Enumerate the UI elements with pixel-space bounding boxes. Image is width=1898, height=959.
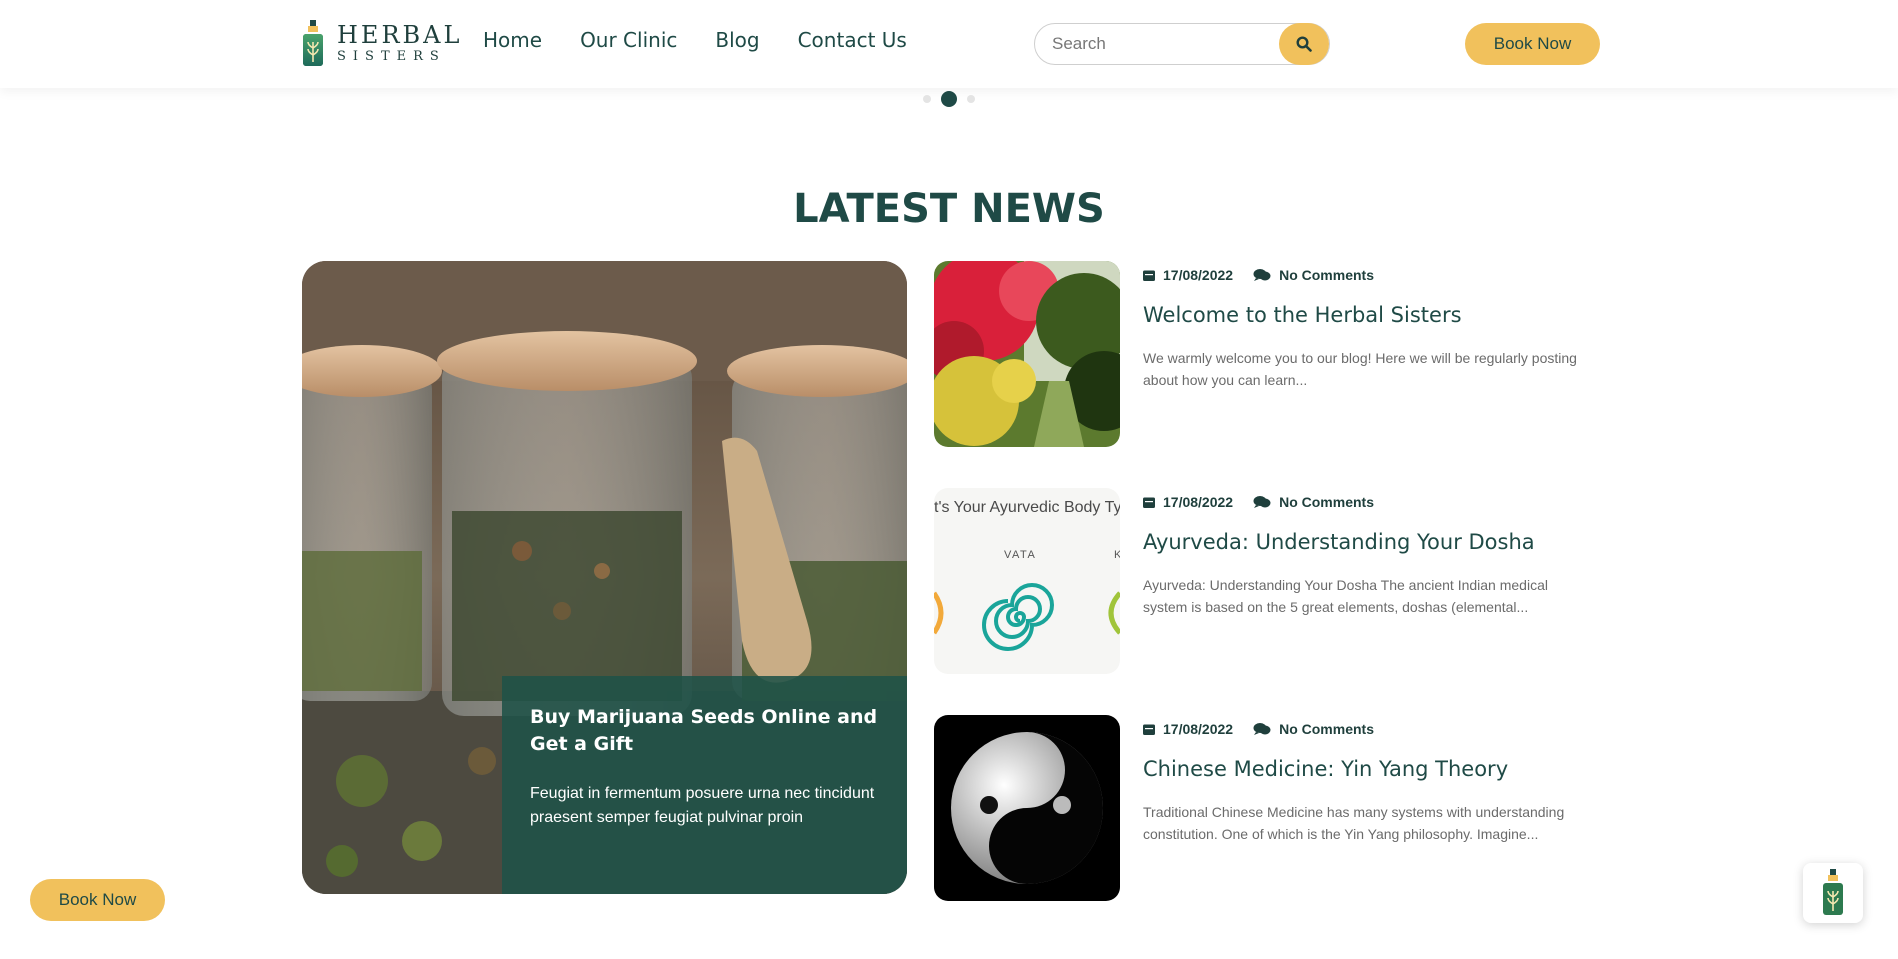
ayurveda-thumbnail-vata-label: VATA (1004, 549, 1036, 561)
post-date: 17/08/2022 (1163, 721, 1234, 737)
floating-book-now-button[interactable]: Book Now (30, 879, 165, 921)
comments-icon (1253, 495, 1271, 509)
search-icon (1296, 36, 1312, 52)
post-meta: 17/08/2022 No Comments (1143, 721, 1593, 737)
main-nav: Home Our Clinic Blog Contact Us (483, 28, 945, 52)
post-excerpt: Ayurveda: Understanding Your Dosha The a… (1143, 577, 1548, 615)
slider-dot-3[interactable] (967, 95, 975, 103)
brand-wordmark: HERBAL SISTERS (337, 22, 462, 66)
nav-blog[interactable]: Blog (715, 28, 759, 52)
post-item: t's Your Ayurvedic Body Ty VATA K 17/08/… (934, 488, 1600, 676)
ayurveda-thumbnail-heading: t's Your Ayurvedic Body Ty (934, 499, 1120, 516)
post-body: 17/08/2022 No Comments Ayurveda: Underst… (1143, 488, 1593, 618)
book-now-button[interactable]: Book Now (1465, 23, 1600, 65)
post-thumbnail[interactable] (934, 261, 1120, 447)
comments-icon (1253, 722, 1271, 736)
post-excerpt: Traditional Chinese Medicine has many sy… (1143, 804, 1565, 842)
post-title[interactable]: Welcome to the Herbal Sisters (1143, 303, 1593, 327)
floating-chat-widget[interactable] (1803, 863, 1863, 923)
post-comments[interactable]: No Comments (1279, 721, 1374, 737)
yin-yang-thumbnail-image (934, 715, 1120, 901)
post-comments[interactable]: No Comments (1279, 494, 1374, 510)
calendar-icon (1143, 269, 1155, 281)
featured-post-caption: Buy Marijuana Seeds Online and Get a Gif… (502, 676, 907, 894)
ayurveda-thumbnail-image: t's Your Ayurvedic Body Ty VATA K (934, 488, 1120, 674)
post-title[interactable]: Ayurveda: Understanding Your Dosha (1143, 530, 1593, 554)
nav-contact-us[interactable]: Contact Us (798, 28, 907, 52)
search-input[interactable] (1052, 34, 1272, 54)
search-button[interactable] (1279, 23, 1329, 65)
post-body: 17/08/2022 No Comments Welcome to the He… (1143, 261, 1593, 391)
brand-name-line2: SISTERS (337, 49, 446, 64)
nav-home[interactable]: Home (483, 28, 542, 52)
post-title[interactable]: Chinese Medicine: Yin Yang Theory (1143, 757, 1593, 781)
post-thumbnail[interactable]: t's Your Ayurvedic Body Ty VATA K (934, 488, 1120, 674)
post-excerpt: We warmly welcome you to our blog! Here … (1143, 350, 1577, 388)
herbal-bottle-icon (303, 20, 323, 66)
featured-post-title[interactable]: Buy Marijuana Seeds Online and Get a Gif… (530, 704, 879, 758)
post-item: 17/08/2022 No Comments Welcome to the He… (934, 261, 1600, 449)
site-header: HERBAL SISTERS Home Our Clinic Blog Cont… (0, 0, 1898, 88)
post-comments[interactable]: No Comments (1279, 267, 1374, 283)
section-title: LATEST NEWS (793, 186, 1105, 232)
brand-name-line1: HERBAL (337, 21, 463, 49)
post-meta: 17/08/2022 No Comments (1143, 267, 1593, 283)
ayurveda-thumbnail-k-label: K (1114, 549, 1120, 561)
post-date: 17/08/2022 (1163, 267, 1234, 283)
post-body: 17/08/2022 No Comments Chinese Medicine:… (1143, 715, 1593, 845)
slider-pagination (923, 91, 975, 107)
calendar-icon (1143, 723, 1155, 735)
brand-logo[interactable]: HERBAL SISTERS (301, 20, 462, 68)
search-box (1034, 23, 1330, 65)
featured-post-card[interactable]: Buy Marijuana Seeds Online and Get a Gif… (302, 261, 907, 894)
slider-dot-1[interactable] (923, 95, 931, 103)
post-meta: 17/08/2022 No Comments (1143, 494, 1593, 510)
garden-thumbnail-image (934, 261, 1120, 447)
featured-post-excerpt: Feugiat in fermentum posuere urna nec ti… (530, 785, 875, 826)
nav-our-clinic[interactable]: Our Clinic (580, 28, 677, 52)
comments-icon (1253, 268, 1271, 282)
post-date: 17/08/2022 (1163, 494, 1234, 510)
slider-dot-2-active[interactable] (941, 91, 957, 107)
post-item: 17/08/2022 No Comments Chinese Medicine:… (934, 715, 1600, 903)
herbal-bottle-icon (1823, 869, 1843, 915)
calendar-icon (1143, 496, 1155, 508)
post-thumbnail[interactable] (934, 715, 1120, 901)
